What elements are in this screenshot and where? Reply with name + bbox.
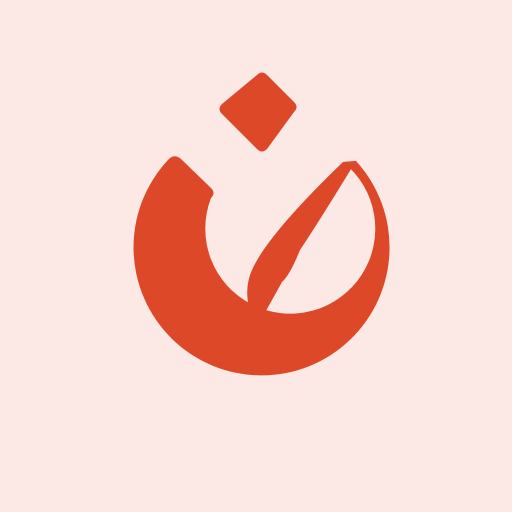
app-icon-canvas — [0, 0, 512, 512]
flame-g-logo-icon — [0, 0, 512, 512]
